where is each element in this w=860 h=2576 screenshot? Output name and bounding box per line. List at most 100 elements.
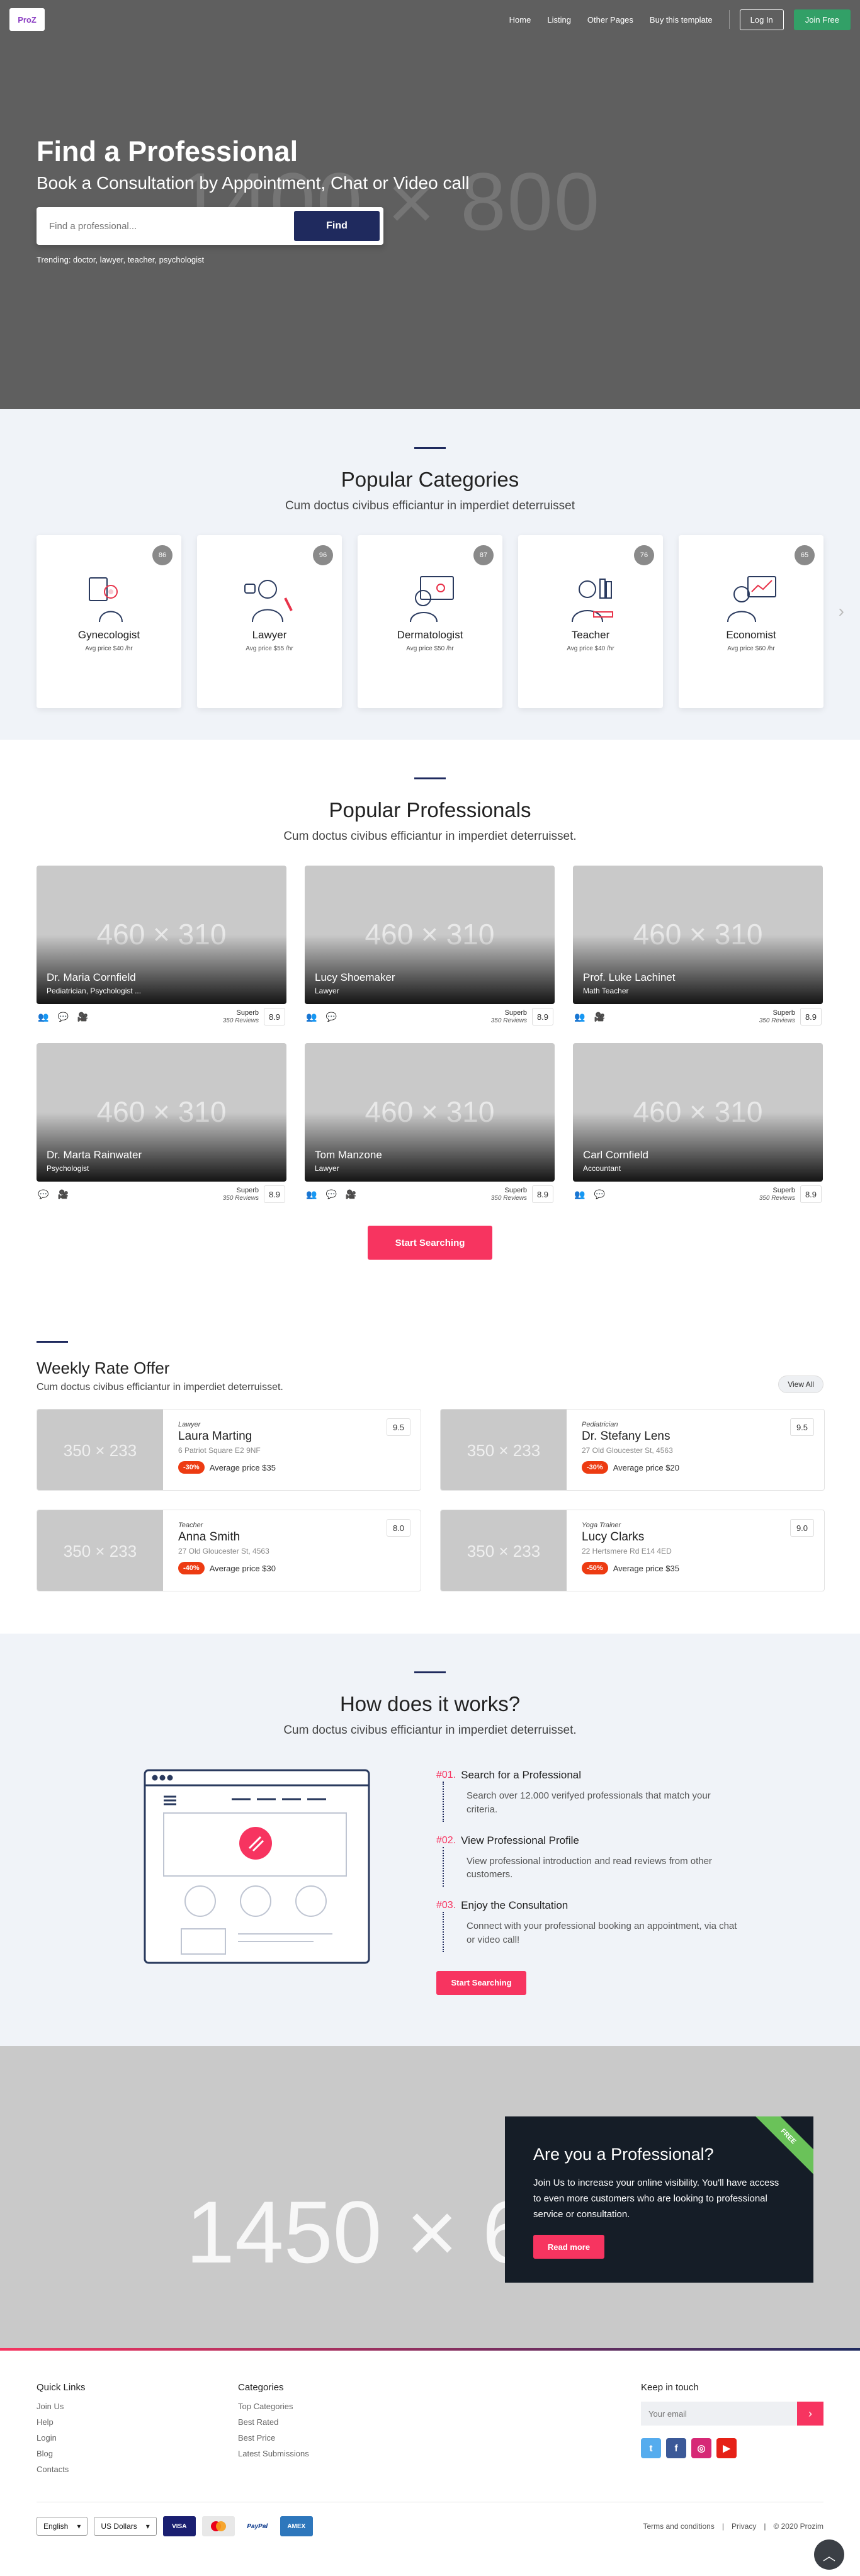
category-count-badge: 96 [313, 545, 333, 565]
video-icon: 🎥 [57, 1189, 69, 1199]
offer-photo[interactable]: 350 × 233 [37, 1409, 163, 1490]
offer-photo[interactable]: 350 × 233 [441, 1409, 567, 1490]
category-card[interactable]: 86 Gynecologist Avg price $40 /hr [37, 535, 181, 708]
newsletter-submit-button[interactable]: › [797, 2402, 823, 2426]
hero-subtitle: Book a Consultation by Appointment, Chat… [37, 173, 470, 193]
twitter-icon[interactable]: t [641, 2438, 661, 2458]
back-to-top-button[interactable]: ︿ [814, 2539, 844, 2570]
privacy-link[interactable]: Privacy [732, 2522, 756, 2531]
professional-card[interactable]: 460 × 310 Tom Manzone Lawyer 👥 💬 🎥 Superb 3… [305, 1043, 555, 1207]
offer-name[interactable]: Lucy Clarks [582, 1530, 679, 1544]
categories-title: Popular Categories [341, 468, 519, 491]
start-searching-button[interactable]: Start Searching [368, 1226, 492, 1260]
discount-badge: -40% [178, 1562, 205, 1574]
professional-photo[interactable]: 460 × 310 Carl Cornfield Accountant [573, 1043, 823, 1182]
keep-in-touch-title: Keep in touch [641, 2382, 699, 2393]
professional-card[interactable]: 460 × 310 Carl Cornfield Accountant 👥 💬 S… [573, 1043, 823, 1207]
nav-buy-template[interactable]: Buy this template [643, 15, 719, 25]
popular-categories-section: Popular Categories Cum doctus civibus ef… [0, 409, 860, 740]
professional-card[interactable]: 460 × 310 Lucy Shoemaker Lawyer 👥 💬 Super… [305, 866, 555, 1029]
footer-link[interactable]: Help [37, 2417, 238, 2427]
copyright-text: © 2020 Prozim [773, 2522, 823, 2531]
chat-icon: 💬 [325, 1189, 337, 1199]
language-select[interactable]: English ▾ [37, 2517, 88, 2536]
professional-promo-section: 1450 × 6 FREE Are you a Professional? Jo… [0, 2046, 860, 2348]
nav-other-pages[interactable]: Other Pages [581, 15, 640, 25]
facebook-icon[interactable]: f [666, 2438, 686, 2458]
offer-card[interactable]: 350 × 233 Yoga Trainer Lucy Clarks 22 He… [440, 1510, 825, 1591]
footer-link[interactable]: Login [37, 2433, 238, 2443]
professional-photo[interactable]: 460 × 310 Lucy Shoemaker Lawyer [305, 866, 555, 1004]
nav-listing[interactable]: Listing [541, 15, 577, 25]
professional-photo[interactable]: 460 × 310 Prof. Luke Lachinet Math Teach… [573, 866, 823, 1004]
category-card[interactable]: 76 Teacher Avg price $40 /hr [518, 535, 663, 708]
offer-photo[interactable]: 350 × 233 [441, 1510, 567, 1591]
professional-photo[interactable]: 460 × 310 Dr. Marta Rainwater Psychologi… [37, 1043, 286, 1182]
join-free-button[interactable]: Join Free [793, 9, 851, 30]
offer-card[interactable]: 350 × 233 Lawyer Laura Marting 6 Patriot… [37, 1409, 421, 1491]
category-price: Avg price $60 /hr [727, 645, 775, 652]
gynecologist-icon [89, 577, 123, 623]
step-number: #03. [436, 1900, 456, 1911]
currency-select[interactable]: US Dollars ▾ [94, 2517, 157, 2536]
footer-link[interactable]: Contacts [37, 2465, 238, 2474]
professional-specialty: Pediatrician, Psychologist ... [47, 986, 142, 995]
chevron-right-icon[interactable]: › [839, 601, 844, 621]
site-logo[interactable]: ProZ [9, 8, 45, 31]
rating-score: 8.9 [264, 1008, 285, 1025]
categories-column-title: Categories [238, 2382, 284, 2393]
professional-name: Tom Manzone [315, 1149, 382, 1161]
professional-card[interactable]: 460 × 310 Prof. Luke Lachinet Math Teach… [573, 866, 823, 1029]
professional-card[interactable]: 460 × 310 Dr. Maria Cornfield Pediatrici… [37, 866, 286, 1029]
review-count: 350 Reviews [759, 1195, 795, 1202]
step-item: #03. Enjoy the Consultation Connect with … [436, 1899, 738, 1952]
email-input[interactable] [641, 2402, 797, 2426]
offer-name[interactable]: Laura Marting [178, 1430, 276, 1443]
category-card[interactable]: 87 Dermatologist Avg price $50 /hr [358, 535, 502, 708]
login-button[interactable]: Log In [739, 9, 784, 30]
offer-name[interactable]: Dr. Stefany Lens [582, 1430, 679, 1443]
chat-icon: 💬 [38, 1189, 49, 1199]
read-more-button[interactable]: Read more [533, 2235, 604, 2259]
search-input[interactable] [40, 220, 294, 232]
instagram-icon[interactable]: ◎ [691, 2438, 711, 2458]
offer-role: Yoga Trainer [582, 1522, 621, 1529]
trending-text: Trending: doctor, lawyer, teacher, psych… [37, 255, 205, 264]
step-item: #01. Search for a Professional Search ove… [436, 1769, 738, 1822]
footer-link[interactable]: Join Us [37, 2402, 238, 2411]
offer-photo[interactable]: 350 × 233 [37, 1510, 163, 1591]
professional-photo[interactable]: 460 × 310 Tom Manzone Lawyer [305, 1043, 555, 1182]
footer-link[interactable]: Latest Submissions [238, 2449, 439, 2458]
category-card[interactable]: 96 Lawyer Avg price $55 /hr [197, 535, 342, 708]
professional-card[interactable]: 460 × 310 Dr. Marta Rainwater Psychologi… [37, 1043, 286, 1207]
quick-links-column: Quick Links Join Us Help Login Blog Cont… [37, 2382, 238, 2480]
youtube-icon[interactable]: ▶ [716, 2438, 737, 2458]
footer-link[interactable]: Best Rated [238, 2417, 439, 2427]
offer-name[interactable]: Anna Smith [178, 1530, 276, 1544]
offer-card[interactable]: 350 × 233 Pediatrician Dr. Stefany Lens … [440, 1409, 825, 1491]
footer-link[interactable]: Top Categories [238, 2402, 439, 2411]
offer-card[interactable]: 350 × 233 Teacher Anna Smith 27 Old Glou… [37, 1510, 421, 1591]
rating-score: 9.0 [790, 1519, 814, 1537]
category-card[interactable]: 65 Economist Avg price $60 /hr [679, 535, 823, 708]
quick-links-title: Quick Links [37, 2382, 86, 2393]
amex-icon: AMEX [280, 2516, 313, 2536]
steps-list: #01. Search for a Professional Search ove… [436, 1769, 738, 1995]
website-illustration [144, 1769, 370, 1964]
rating-score: 8.9 [532, 1185, 553, 1203]
start-searching-button[interactable]: Start Searching [436, 1970, 526, 1995]
nav-home[interactable]: Home [503, 15, 538, 25]
professional-photo[interactable]: 460 × 310 Dr. Maria Cornfield Pediatrici… [37, 866, 286, 1004]
footer-link[interactable]: Blog [37, 2449, 238, 2458]
rating-score: 8.9 [532, 1008, 553, 1025]
category-price: Avg price $40 /hr [567, 645, 614, 652]
site-footer: Quick Links Join Us Help Login Blog Cont… [0, 2348, 860, 2576]
professional-specialty: Lawyer [315, 1164, 339, 1173]
terms-link[interactable]: Terms and conditions [643, 2522, 714, 2531]
top-navbar: ProZ Home Listing Other Pages Buy this t… [0, 0, 860, 39]
economist-icon [727, 576, 776, 623]
view-all-button[interactable]: View All [778, 1376, 823, 1393]
promo-box: FREE Are you a Professional? Join Us to … [505, 2116, 813, 2283]
footer-link[interactable]: Best Price [238, 2433, 439, 2443]
find-button[interactable]: Find [294, 211, 380, 241]
